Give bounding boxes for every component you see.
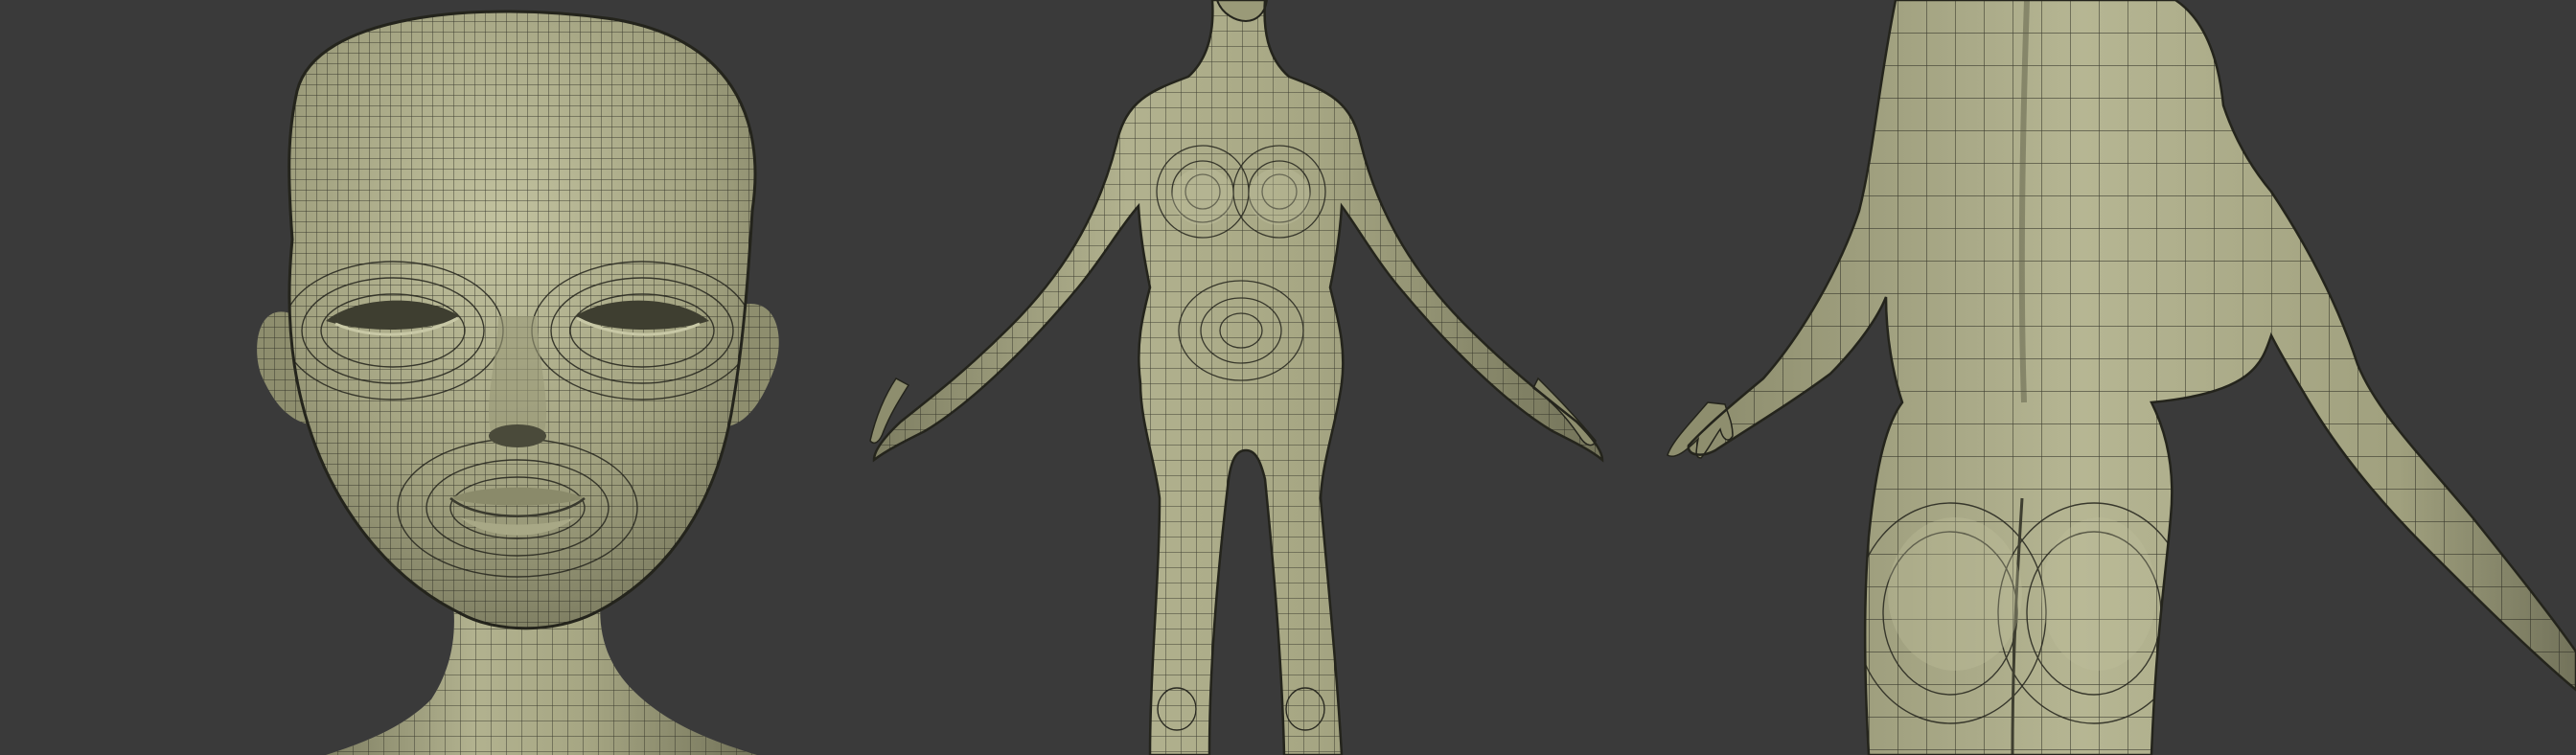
viewport-3d[interactable] — [0, 0, 2576, 755]
wireframe-render — [0, 0, 2576, 755]
